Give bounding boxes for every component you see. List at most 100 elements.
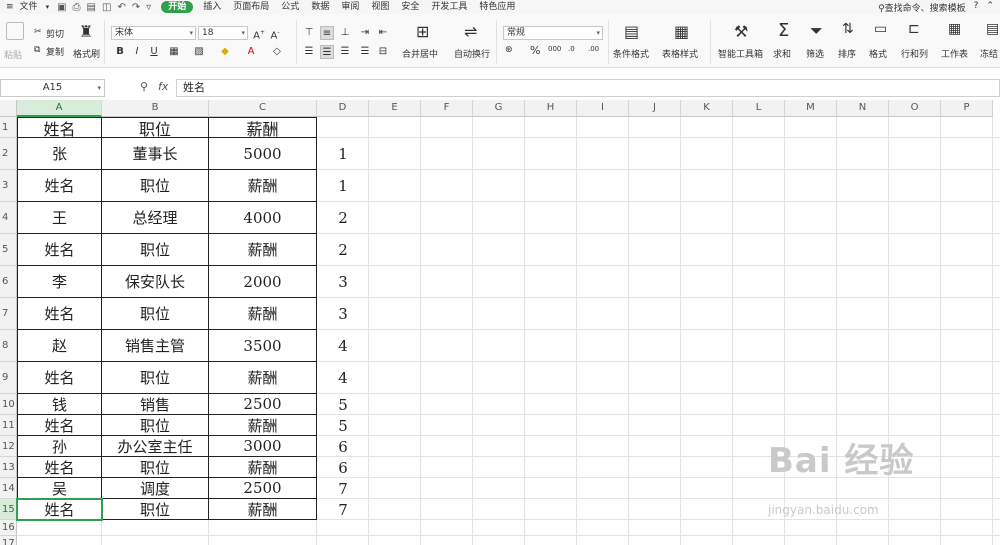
table-cell[interactable]: 5 — [317, 415, 369, 436]
align-bottom-icon[interactable]: ⊥ — [338, 26, 352, 40]
column-header[interactable]: G — [473, 100, 525, 117]
table-cell[interactable]: 1 — [317, 138, 369, 170]
thousands-icon[interactable]: 000 — [548, 45, 561, 53]
smart-toolbox-button[interactable]: 智能工具箱 — [718, 47, 763, 60]
select-all-corner[interactable] — [0, 100, 17, 117]
fill-color-icon[interactable]: ◆ — [218, 45, 232, 59]
file-menu[interactable]: 文件 — [20, 0, 44, 14]
save-icon[interactable]: ▣ — [57, 2, 66, 13]
align-middle-icon[interactable]: ≡ — [320, 26, 334, 40]
table-cell[interactable]: 王 — [17, 202, 102, 234]
sort-icon[interactable]: ⇅ — [842, 21, 854, 37]
table-cell[interactable]: 销售 — [102, 394, 209, 415]
tab-review[interactable]: 审阅 — [335, 0, 365, 14]
increase-decimal-icon[interactable]: .0 — [568, 45, 575, 53]
table-cell[interactable]: 职位 — [102, 415, 209, 436]
sum-button[interactable]: 求和 — [773, 47, 791, 60]
table-cell[interactable]: 职位 — [102, 234, 209, 266]
merge-center-icon[interactable]: ⊞ — [416, 22, 429, 41]
row-header[interactable]: 12 — [0, 436, 17, 457]
row-header[interactable]: 8 — [0, 330, 17, 362]
bold-icon[interactable]: B — [113, 45, 127, 59]
menu-icon[interactable]: ≡ — [0, 0, 20, 14]
table-cell[interactable]: 1 — [317, 170, 369, 202]
percent-icon[interactable]: % — [530, 44, 540, 57]
tab-formulas[interactable]: 公式 — [275, 0, 305, 14]
table-cell[interactable]: 2500 — [209, 394, 317, 415]
row-header[interactable]: 6 — [0, 266, 17, 298]
align-center-icon[interactable]: ☰ — [320, 45, 334, 59]
decrease-decimal-icon[interactable]: .00 — [588, 45, 599, 53]
sort-button[interactable]: 排序 — [838, 47, 856, 60]
table-cell[interactable]: 薪酬 — [209, 415, 317, 436]
table-cell[interactable]: 4 — [317, 362, 369, 394]
table-cell[interactable]: 2 — [317, 234, 369, 266]
table-cell[interactable]: 钱 — [17, 394, 102, 415]
row-header[interactable]: 4 — [0, 202, 17, 234]
table-cell[interactable]: 孙 — [17, 436, 102, 457]
table-cell[interactable]: 姓名 — [17, 234, 102, 266]
format-painter-icon[interactable]: ♜ — [79, 22, 93, 41]
table-cell[interactable]: 赵 — [17, 330, 102, 362]
table-cell[interactable]: 2 — [317, 202, 369, 234]
table-cell[interactable]: 调度 — [102, 478, 209, 499]
italic-icon[interactable]: I — [130, 45, 144, 59]
row-col-button[interactable]: 行和列 — [901, 47, 928, 60]
increase-font-icon[interactable]: A+ — [252, 26, 266, 41]
font-size-select[interactable]: 18 ▾ — [198, 26, 248, 40]
row-header[interactable]: 9 — [0, 362, 17, 394]
column-header[interactable]: K — [681, 100, 733, 117]
table-cell[interactable]: 吴 — [17, 478, 102, 499]
row-header[interactable]: 7 — [0, 298, 17, 330]
font-name-select[interactable]: 宋体 ▾ — [111, 26, 196, 40]
copy-button[interactable]: 复制 — [46, 45, 64, 58]
table-cell[interactable]: 薪酬 — [209, 298, 317, 330]
formula-input[interactable]: 姓名 — [176, 79, 1000, 97]
table-cell[interactable]: 总经理 — [102, 202, 209, 234]
cond-format-button[interactable]: 条件格式 — [613, 47, 649, 60]
table-cell[interactable]: 5000 — [209, 138, 317, 170]
tab-insert[interactable]: 插入 — [197, 0, 227, 14]
table-cell[interactable]: 薪酬 — [209, 117, 317, 139]
wrap-text-icon[interactable]: ⇌ — [464, 22, 477, 41]
column-header[interactable]: O — [889, 100, 941, 117]
column-header[interactable]: A — [17, 100, 102, 117]
zoom-icon[interactable]: ⚲ — [140, 80, 148, 93]
column-header[interactable]: M — [785, 100, 837, 117]
table-cell[interactable]: 3 — [317, 298, 369, 330]
column-header[interactable]: E — [369, 100, 421, 117]
tab-special[interactable]: 特色应用 — [473, 0, 521, 14]
table-cell[interactable]: 办公室主任 — [102, 436, 209, 457]
sum-icon[interactable]: Σ — [778, 20, 789, 41]
worksheet-icon[interactable]: ▦ — [948, 21, 961, 37]
preview-icon[interactable]: ◫ — [102, 2, 111, 13]
column-header[interactable]: J — [629, 100, 681, 117]
clear-icon[interactable]: ◇ — [270, 45, 284, 59]
table-cell[interactable]: 薪酬 — [209, 499, 317, 520]
table-cell[interactable]: 3500 — [209, 330, 317, 362]
column-header[interactable]: N — [837, 100, 889, 117]
tab-security[interactable]: 安全 — [395, 0, 425, 14]
number-format-select[interactable]: 常规 ▾ — [503, 26, 603, 40]
table-cell[interactable]: 5 — [317, 394, 369, 415]
table-cell[interactable]: 薪酬 — [209, 234, 317, 266]
table-cell[interactable]: 姓名 — [17, 298, 102, 330]
cell-style-icon[interactable]: ▧ — [192, 45, 206, 59]
print-icon[interactable]: ▤ — [87, 2, 96, 13]
currency-icon[interactable]: ⊛ — [505, 45, 513, 55]
align-top-icon[interactable]: ⊤ — [302, 26, 316, 40]
table-cell[interactable]: 销售主管 — [102, 330, 209, 362]
merge-center-button[interactable]: 合并居中 — [402, 47, 438, 60]
paste-button[interactable]: 粘贴 — [4, 48, 22, 61]
table-cell[interactable]: 2000 — [209, 266, 317, 298]
cond-format-icon[interactable]: ▤ — [624, 22, 639, 41]
row-header[interactable]: 3 — [0, 170, 17, 202]
help-icon[interactable]: ? — [974, 1, 979, 14]
row-header[interactable]: 2 — [0, 138, 17, 170]
table-cell[interactable]: 薪酬 — [209, 170, 317, 202]
tab-page-layout[interactable]: 页面布局 — [227, 0, 275, 14]
table-cell[interactable] — [317, 117, 369, 138]
table-cell[interactable]: 张 — [17, 138, 102, 170]
column-header[interactable]: L — [733, 100, 785, 117]
underline-icon[interactable]: U — [147, 45, 161, 59]
